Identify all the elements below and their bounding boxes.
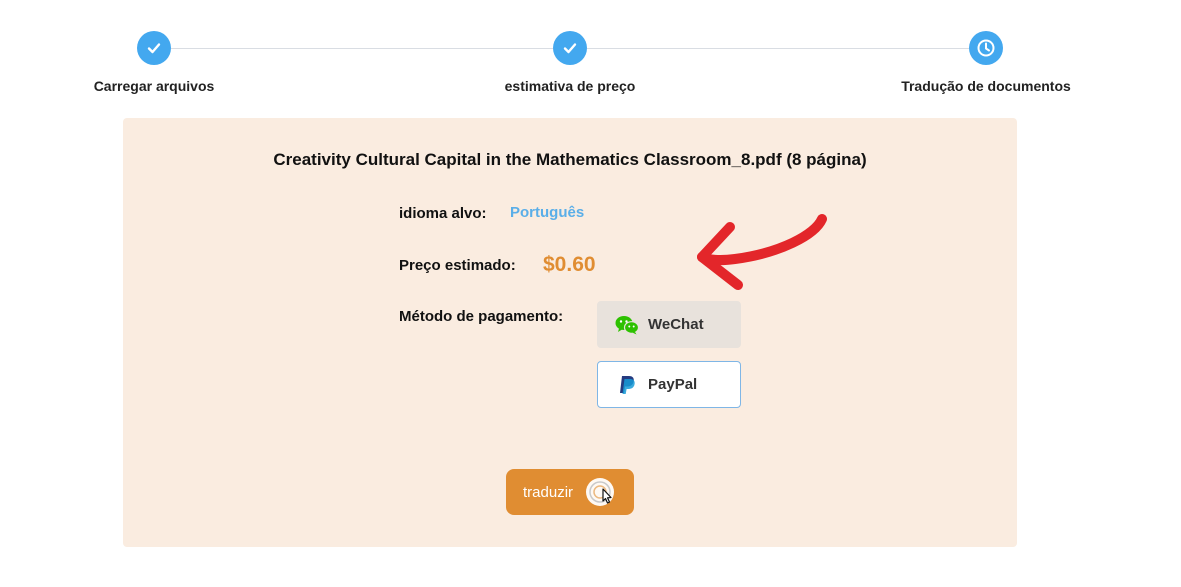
wechat-pay-button[interactable]: WeChat: [597, 301, 741, 348]
step-connector: [171, 48, 553, 49]
estimated-price-value: $0.60: [543, 253, 596, 276]
step-2-check-icon: [553, 31, 587, 65]
step-1-label: Carregar arquivos: [93, 78, 215, 94]
wechat-pay-label: WeChat: [648, 316, 704, 333]
step-2-label: estimativa de preço: [504, 78, 636, 94]
step-1-check-icon: [137, 31, 171, 65]
step-3-clock-icon: [969, 31, 1003, 65]
red-curved-arrow-icon: [697, 214, 827, 290]
order-summary-card: Creativity Cultural Capital in the Mathe…: [123, 118, 1017, 547]
paypal-pay-label: PayPal: [648, 376, 698, 393]
target-language-value: Português: [510, 204, 585, 221]
wechat-icon: [614, 314, 640, 336]
hand-cursor-icon: [584, 475, 622, 513]
translate-button[interactable]: traduzir: [506, 469, 634, 515]
payment-method-label: Método de pagamento:: [399, 308, 564, 325]
paypal-pay-button[interactable]: PayPal: [597, 361, 741, 408]
step-connector: [587, 48, 969, 49]
target-language-label: idioma alvo:: [399, 205, 487, 222]
estimated-price-label: Preço estimado:: [399, 257, 516, 274]
translate-button-label: traduzir: [523, 483, 574, 501]
file-title: Creativity Cultural Capital in the Mathe…: [273, 150, 867, 169]
progress-stepper: Carregar arquivos estimativa de preço Tr…: [0, 0, 1181, 110]
paypal-icon: [614, 374, 640, 396]
step-3-label: Tradução de documentos: [901, 78, 1071, 94]
